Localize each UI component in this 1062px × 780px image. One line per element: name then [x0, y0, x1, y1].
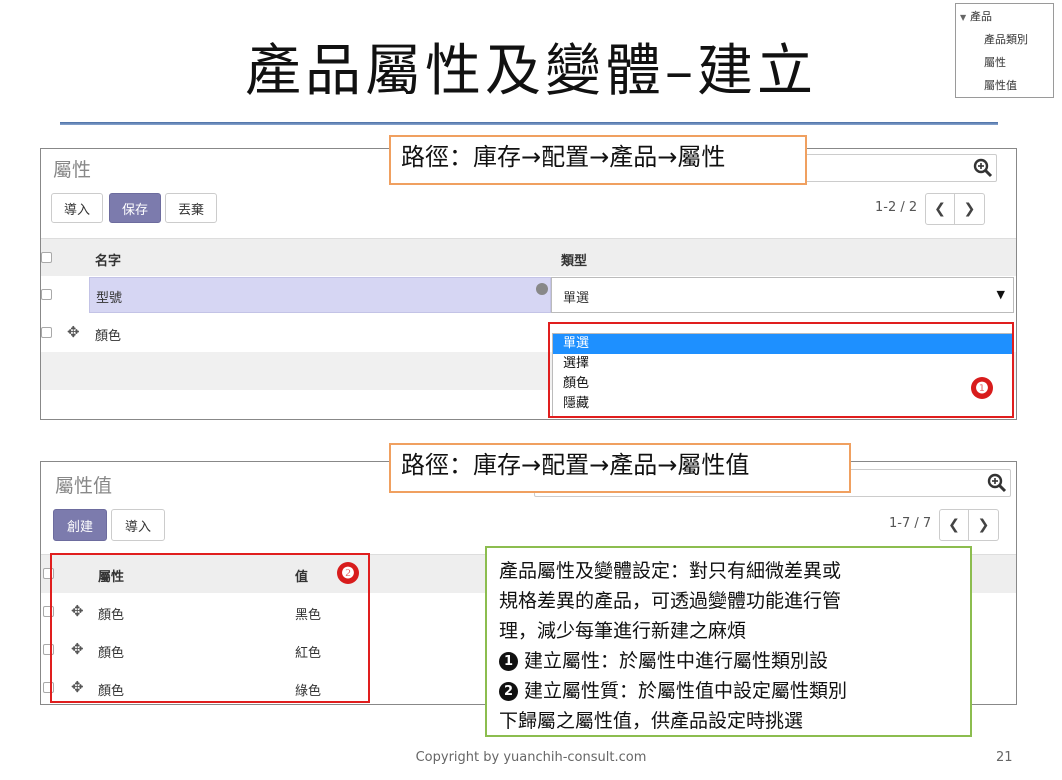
- name-input[interactable]: 型號: [89, 277, 551, 313]
- step-badge-1: ❶: [971, 377, 993, 399]
- row-checkbox[interactable]: [41, 289, 52, 300]
- pager-next[interactable]: ❯: [955, 193, 985, 225]
- copyright-text: Copyright by yuanchih-consult.com: [415, 750, 647, 765]
- row-name: 顏色: [95, 329, 122, 344]
- attributes-header: 屬性: [53, 159, 92, 181]
- select-all-checkbox[interactable]: [41, 252, 52, 263]
- attribute-values-header: 屬性值: [55, 475, 113, 497]
- menu-item-attributes[interactable]: 屬性: [984, 54, 1006, 70]
- table-row-editing[interactable]: 型號 單選 ▼: [41, 276, 1016, 315]
- pager-count: 1-2 / 2: [875, 200, 918, 215]
- pager-next[interactable]: ❯: [969, 509, 999, 541]
- note-line: 規格差異的產品，可透過變體功能進行管: [499, 590, 842, 612]
- chevron-right-icon: ❯: [963, 201, 976, 217]
- menu-item-attribute-values[interactable]: 屬性值: [984, 77, 1017, 93]
- step-number-2: 2: [499, 682, 518, 701]
- pager-count: 1-7 / 7: [889, 516, 932, 531]
- note-step-2-text: 建立屬性質：於屬性值中設定屬性類別: [524, 680, 848, 702]
- step-number-1: 1: [499, 652, 518, 671]
- title-divider: [60, 122, 998, 125]
- row-checkbox[interactable]: [41, 327, 52, 338]
- slide-number: 21: [996, 750, 1013, 765]
- chevron-left-icon: ❮: [948, 517, 960, 533]
- save-button[interactable]: 保存: [109, 193, 161, 223]
- import-button[interactable]: 導入: [111, 509, 165, 541]
- note-line: 理，減少每筆進行新建之麻煩: [499, 620, 747, 642]
- chevron-left-icon: ❮: [934, 201, 946, 217]
- drag-handle-icon[interactable]: ✥: [67, 325, 80, 340]
- type-select[interactable]: 單選 ▼: [551, 277, 1014, 313]
- menu-item-product-category[interactable]: 產品類別: [984, 31, 1028, 47]
- note-line: 下歸屬之屬性值，供產品設定時挑選: [499, 710, 804, 732]
- note-line: 產品屬性及變體設定：對只有細微差異或: [499, 560, 842, 582]
- menu-header-products[interactable]: ▼ 產品: [960, 8, 992, 24]
- explanation-note: 產品屬性及變體設定：對只有細微差異或 規格差異的產品，可透過變體功能進行管 理，…: [485, 546, 972, 737]
- slide-title: 產品屬性及變體–建立: [245, 39, 817, 104]
- step-badge-2: ❷: [337, 562, 359, 584]
- note-step-2: 2 建立屬性質：於屬性值中設定屬性類別: [499, 676, 958, 706]
- discard-button[interactable]: 丟棄: [165, 193, 217, 223]
- pager-previous[interactable]: ❮: [925, 193, 955, 225]
- caret-down-icon: ▼: [996, 288, 1005, 301]
- type-select-value: 單選: [563, 291, 590, 306]
- corner-menu: ▼ 產品 產品類別 屬性 屬性值: [955, 3, 1054, 98]
- create-button[interactable]: 創建: [53, 509, 107, 541]
- pager-previous[interactable]: ❮: [939, 509, 969, 541]
- import-button[interactable]: 導入: [51, 193, 103, 223]
- name-input-value: 型號: [96, 291, 123, 306]
- callout-box-2: [50, 553, 370, 703]
- search-icon[interactable]: [987, 473, 1007, 493]
- chevron-right-icon: ❯: [977, 517, 990, 533]
- path-label-attribute-values: 路徑：庫存→配置→產品→屬性值: [389, 443, 851, 493]
- path-label-attributes: 路徑：庫存→配置→產品→屬性: [389, 135, 807, 185]
- callout-box-1: [548, 322, 1014, 418]
- globe-icon[interactable]: [536, 283, 548, 295]
- column-name[interactable]: 名字: [95, 250, 121, 269]
- note-step-1-text: 建立屬性：於屬性中進行屬性類別設: [524, 650, 829, 672]
- menu-header-label: 產品: [970, 10, 992, 23]
- column-type[interactable]: 類型: [561, 250, 587, 269]
- table-header: 名字 類型: [41, 238, 1016, 278]
- note-step-1: 1 建立屬性：於屬性中進行屬性類別設: [499, 646, 958, 676]
- caret-down-icon: ▼: [960, 13, 967, 22]
- search-icon[interactable]: [973, 158, 993, 178]
